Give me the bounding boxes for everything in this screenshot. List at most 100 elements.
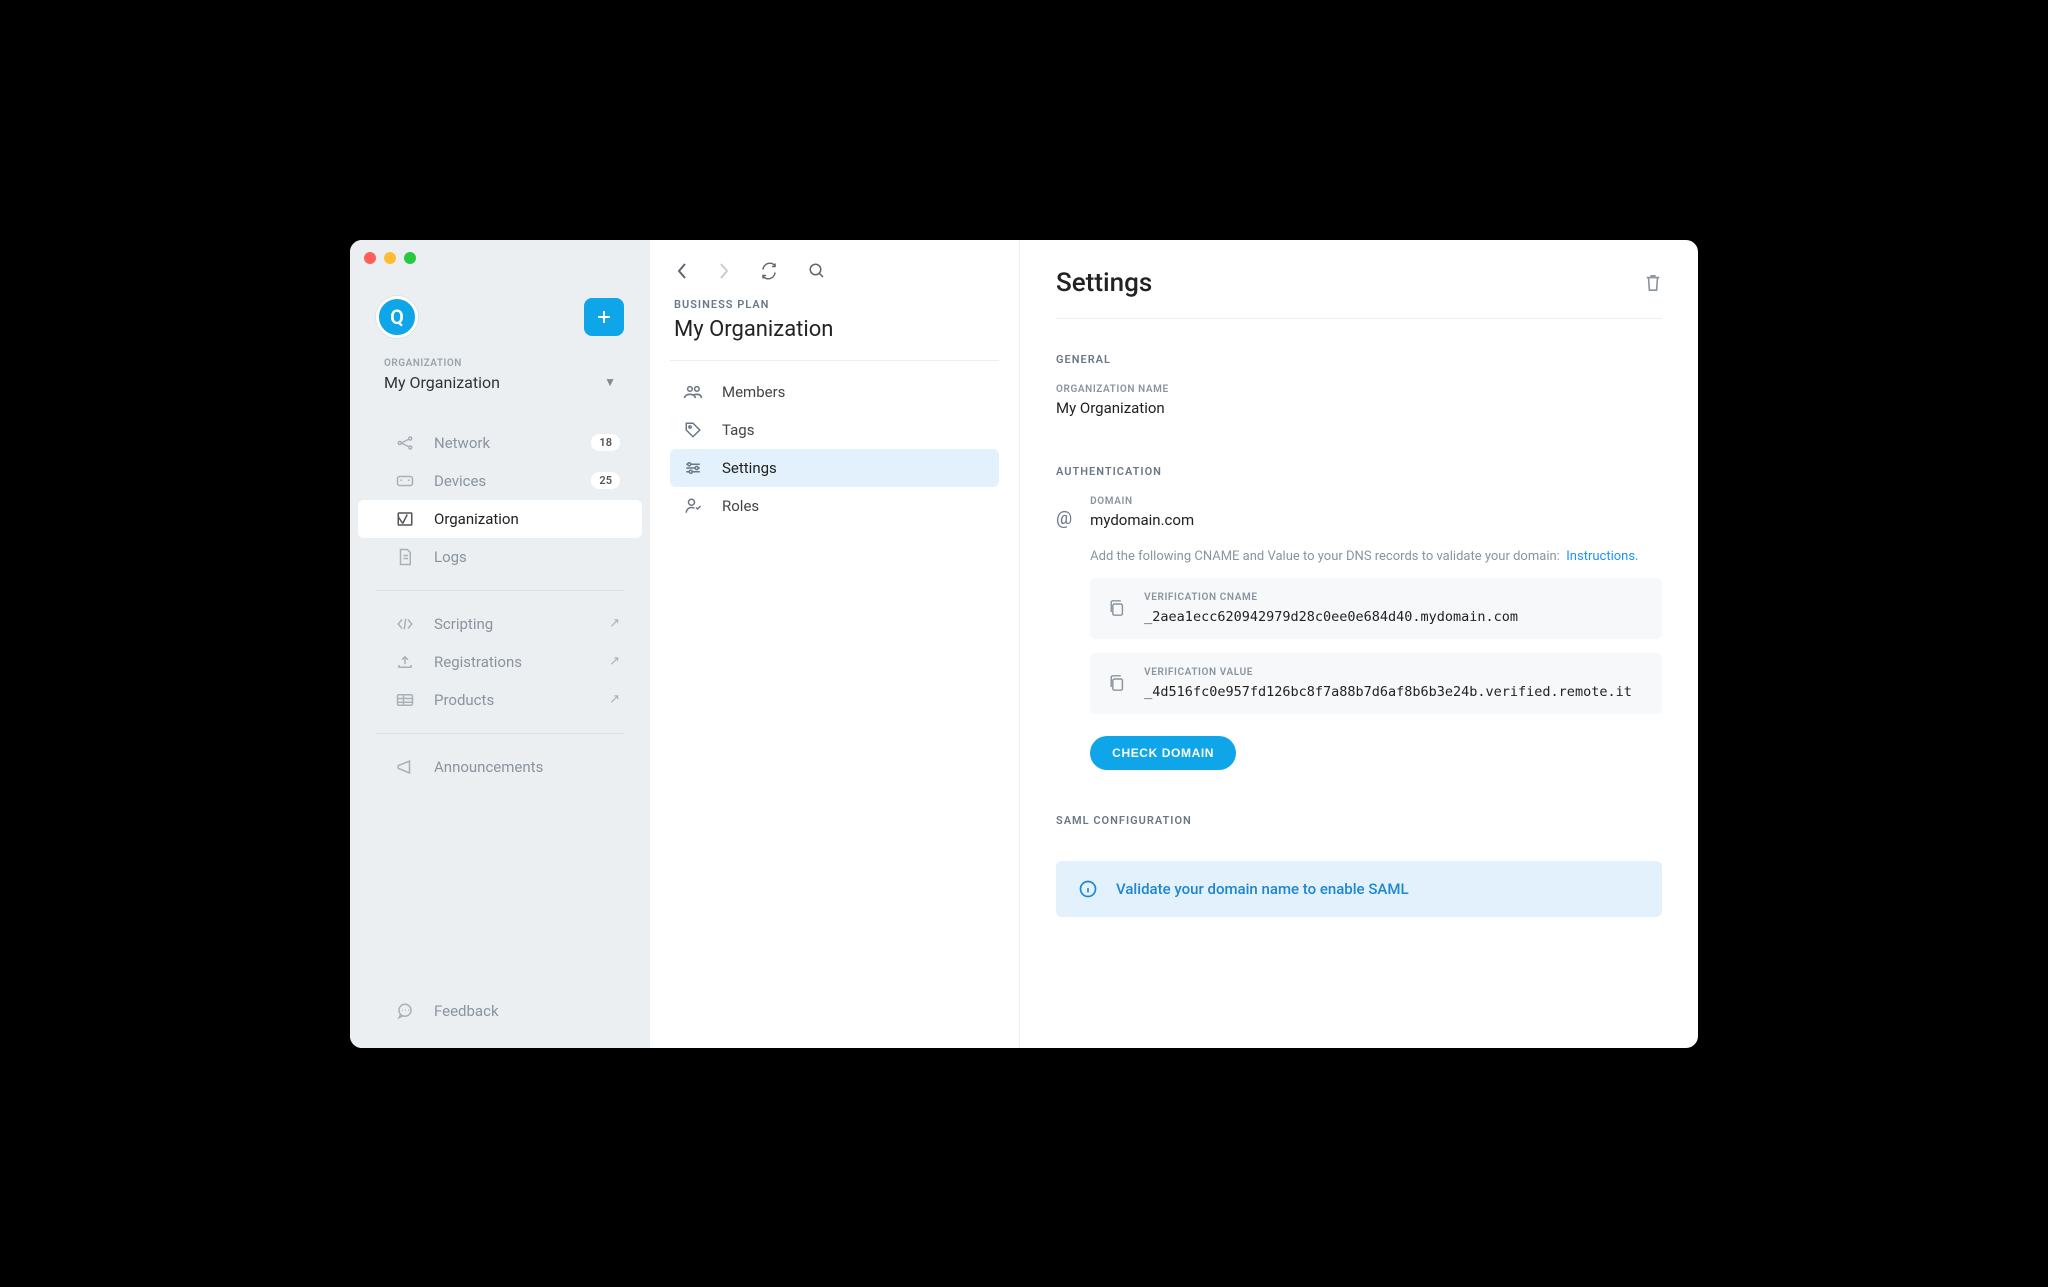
subnav-settings[interactable]: Settings [670,449,999,487]
subnav-label: Tags [722,421,754,439]
upload-icon [394,654,416,670]
sidebar-item-label: Organization [434,510,620,528]
settings-icon [682,460,704,476]
chevron-left-icon [676,262,688,280]
chevron-down-icon: ▼ [604,375,616,389]
info-icon [1078,879,1098,899]
org-name-value: My Organization [1056,399,1662,417]
badge: 25 [591,472,620,489]
secondary-nav: BUSINESS PLAN My Organization Members Ta… [650,240,1020,1048]
org-name: My Organization [384,373,500,392]
verification-cname-box: VERIFICATION CNAME _2aea1ecc620942979d28… [1090,578,1662,639]
copy-cname-button[interactable] [1108,599,1124,617]
sidebar-item-feedback[interactable]: Feedback [358,992,642,1030]
roles-icon [682,497,704,515]
domain-value: mydomain.com [1090,511,1662,529]
subnav-roles[interactable]: Roles [670,487,999,525]
delete-button[interactable] [1644,273,1662,293]
copy-icon [1108,599,1124,617]
sidebar-item-products[interactable]: Products ↗ [358,681,642,719]
section-auth: AUTHENTICATION [1056,465,1662,478]
org-label: ORGANIZATION [350,358,650,369]
logs-icon [394,548,416,566]
copy-value-button[interactable] [1108,674,1124,692]
refresh-icon [760,262,778,280]
organization-icon [394,510,416,528]
sidebar-item-label: Feedback [434,1002,620,1020]
avatar-letter: Q [390,305,404,329]
info-text: Validate your domain name to enable SAML [1116,880,1409,898]
refresh-button[interactable] [760,262,778,280]
sidebar-item-scripting[interactable]: Scripting ↗ [358,605,642,643]
sidebar-item-network[interactable]: Network 18 [358,424,642,462]
org-name-label: ORGANIZATION NAME [1056,384,1662,395]
external-link-icon: ↗ [609,616,620,631]
help-text: Add the following CNAME and Value to you… [1090,549,1560,564]
copy-icon [1108,674,1124,692]
chevron-right-icon [718,262,730,280]
plan-label: BUSINESS PLAN [670,298,999,311]
org-selector[interactable]: My Organization ▼ [350,369,650,410]
vvalue-label: VERIFICATION VALUE [1144,667,1632,678]
sidebar-item-announcements[interactable]: Announcements [358,748,642,786]
external-link-icon: ↗ [609,654,620,669]
window-controls [364,252,416,264]
at-icon: @ [1056,508,1072,770]
section-general: GENERAL [1056,353,1662,366]
sidebar: Q ORGANIZATION My Organization ▼ Network… [350,240,650,1048]
search-icon [808,262,826,280]
org-title: My Organization [670,311,999,360]
back-button[interactable] [676,262,688,280]
dns-help-text: Add the following CNAME and Value to you… [1090,549,1662,564]
search-button[interactable] [808,262,826,280]
sidebar-item-devices[interactable]: Devices 25 [358,462,642,500]
products-icon [394,693,416,707]
chat-icon [394,1002,416,1020]
saml-info-bar: Validate your domain name to enable SAML [1056,861,1662,917]
sidebar-item-label: Devices [434,472,573,490]
sidebar-item-label: Scripting [434,615,591,633]
tag-icon [682,421,704,439]
cname-value: _2aea1ecc620942979d28c0ee0e684d40.mydoma… [1144,609,1518,625]
sidebar-item-label: Network [434,434,573,452]
network-icon [394,434,416,452]
badge: 18 [591,434,620,451]
devices-icon [394,474,416,488]
sidebar-item-logs[interactable]: Logs [358,538,642,576]
page-title: Settings [1056,268,1152,298]
sidebar-item-registrations[interactable]: Registrations ↗ [358,643,642,681]
avatar[interactable]: Q [376,296,418,338]
sidebar-item-label: Announcements [434,758,620,776]
divider [376,733,624,734]
instructions-link[interactable]: Instructions. [1566,549,1638,564]
forward-button [718,262,730,280]
subnav-label: Roles [722,497,759,515]
maximize-window[interactable] [404,252,416,264]
megaphone-icon [394,759,416,775]
divider [376,590,624,591]
members-icon [682,384,704,400]
trash-icon [1644,273,1662,293]
verification-value-box: VERIFICATION VALUE _4d516fc0e957fd126bc8… [1090,653,1662,714]
external-link-icon: ↗ [609,692,620,707]
sidebar-item-organization[interactable]: Organization [358,500,642,538]
check-domain-button[interactable]: CHECK DOMAIN [1090,736,1236,770]
plus-icon [596,309,612,325]
divider [670,360,999,361]
code-icon [394,617,416,631]
subnav-label: Members [722,383,785,401]
add-button[interactable] [584,298,624,336]
subnav-tags[interactable]: Tags [670,411,999,449]
sidebar-item-label: Products [434,691,591,709]
sidebar-item-label: Registrations [434,653,591,671]
subnav-label: Settings [722,459,777,477]
close-window[interactable] [364,252,376,264]
vvalue-value: _4d516fc0e957fd126bc8f7a88b7d6af8b6b3e24… [1144,684,1632,700]
content: Settings GENERAL ORGANIZATION NAME My Or… [1020,240,1698,1048]
sidebar-item-label: Logs [434,548,620,566]
section-saml: SAML CONFIGURATION [1056,814,1662,827]
subnav-members[interactable]: Members [670,373,999,411]
minimize-window[interactable] [384,252,396,264]
cname-label: VERIFICATION CNAME [1144,592,1518,603]
domain-label: DOMAIN [1090,496,1662,507]
